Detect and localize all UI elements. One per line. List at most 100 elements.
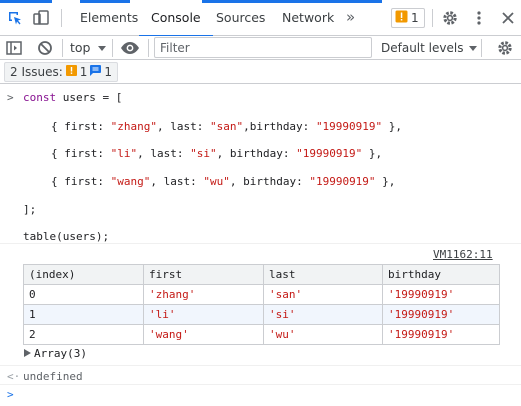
issues-bar: 2 Issues: 1 1 xyxy=(0,60,521,84)
code-text: }, xyxy=(375,175,396,188)
warning-icon xyxy=(395,10,408,26)
table-cell: 'wang' xyxy=(143,324,264,345)
code-string: "wang" xyxy=(110,175,151,188)
code-text: }, xyxy=(362,147,383,160)
array-expand-toggle[interactable]: Array(3) xyxy=(24,347,87,360)
context-label: top xyxy=(70,40,91,55)
table-header[interactable]: last xyxy=(263,264,383,285)
code-line: { first: "li", last: "si", birthday: "19… xyxy=(51,147,382,160)
table-header[interactable]: birthday xyxy=(382,264,500,285)
console-output: > const users = [ { first: "zhang", last… xyxy=(0,84,521,406)
message-divider xyxy=(0,243,521,244)
issues-label: 2 Issues: xyxy=(10,65,63,79)
tab-network[interactable]: Network xyxy=(282,0,334,36)
toolbar-divider xyxy=(62,39,63,57)
settings-gear-icon[interactable] xyxy=(441,9,459,27)
message-divider xyxy=(0,365,521,366)
code-text: , birthday: xyxy=(216,147,297,160)
toolbar-divider xyxy=(148,39,149,57)
code-line: { first: "zhang", last: "san",birthday: … xyxy=(51,120,402,133)
tab-highlight xyxy=(80,0,130,3)
more-options-icon[interactable] xyxy=(470,9,488,27)
code-string: "19990919" xyxy=(309,175,376,188)
result-chevron-icon: <· xyxy=(7,370,21,383)
code-string: "19990919" xyxy=(296,147,363,160)
code-text: ,birthday: xyxy=(243,120,316,133)
result-value: undefined xyxy=(23,370,83,383)
table-cell: 'li' xyxy=(143,304,264,325)
table-row: 0 'zhang' 'san' '19990919' xyxy=(23,284,500,305)
warning-icon xyxy=(65,65,77,79)
code-keyword: const xyxy=(23,91,57,104)
table-header[interactable]: first xyxy=(143,264,264,285)
table-cell: 'si' xyxy=(263,304,383,325)
code-text: , last: xyxy=(150,175,204,188)
table-row: 2 'wang' 'wu' '19990919' xyxy=(23,324,500,345)
code-line: const users = [ xyxy=(23,91,122,104)
filter-input[interactable] xyxy=(154,37,372,58)
tab-elements[interactable]: Elements xyxy=(80,0,138,36)
code-line: ]; xyxy=(23,203,37,216)
tab-console[interactable]: Console xyxy=(139,0,213,37)
toolbar-divider xyxy=(432,9,433,27)
tab-highlight xyxy=(202,0,382,3)
code-text: { first: xyxy=(51,175,111,188)
code-string: "zhang" xyxy=(110,120,157,133)
table-row: 1 'li' 'si' '19990919' xyxy=(23,304,500,325)
devtools-tab-bar: Elements Console Sources Network » 1 xyxy=(0,0,521,37)
toolbar-divider xyxy=(61,9,62,27)
code-text: , last: xyxy=(137,147,191,160)
levels-label: Default levels xyxy=(381,41,464,55)
table-cell: 'san' xyxy=(263,284,383,305)
code-string: "li" xyxy=(110,147,138,160)
console-prompt-chevron-icon[interactable]: > xyxy=(7,388,14,401)
device-toolbar-icon[interactable] xyxy=(32,9,50,27)
message-divider xyxy=(0,384,521,385)
code-text: { first: xyxy=(51,120,111,133)
chevron-down-icon xyxy=(98,36,107,60)
triangle-right-icon xyxy=(24,347,31,360)
warning-count: 1 xyxy=(79,65,88,79)
chevron-down-icon xyxy=(469,36,478,60)
toolbar-divider xyxy=(481,39,482,57)
issues-button[interactable]: 2 Issues: 1 1 xyxy=(4,62,119,82)
execution-context-select[interactable]: top xyxy=(70,36,107,60)
code-string: "san" xyxy=(209,120,244,133)
code-string: "si" xyxy=(190,147,217,160)
table-cell: 'wu' xyxy=(263,324,383,345)
code-text: , last: xyxy=(156,120,210,133)
issues-count: 1 xyxy=(411,11,419,25)
console-settings-gear-icon[interactable] xyxy=(496,39,514,57)
input-prompt-chevron-icon: > xyxy=(7,91,14,104)
table-cell: 2 xyxy=(23,324,144,345)
code-line: { first: "wang", last: "wu", birthday: "… xyxy=(51,175,395,188)
source-location-link[interactable]: VM1162:11 xyxy=(433,248,493,261)
table-cell: 'zhang' xyxy=(143,284,264,305)
table-header[interactable]: (index) xyxy=(23,264,144,285)
code-text: users = [ xyxy=(56,91,123,104)
table-header-row: (index) first last birthday xyxy=(23,264,500,285)
inspect-element-icon[interactable] xyxy=(6,9,24,27)
more-tabs-button[interactable]: » xyxy=(346,8,355,26)
log-levels-select[interactable]: Default levels xyxy=(381,36,478,60)
clear-console-icon[interactable] xyxy=(36,39,54,57)
array-label: Array(3) xyxy=(34,347,87,360)
tab-highlight xyxy=(0,0,52,3)
code-text: }, xyxy=(382,120,403,133)
table-cell: 1 xyxy=(23,304,144,325)
info-count: 1 xyxy=(104,65,113,79)
info-message-icon xyxy=(90,65,102,79)
code-line: table(users); xyxy=(23,230,110,243)
code-text: { first: xyxy=(51,147,111,160)
toolbar-divider xyxy=(112,39,113,57)
code-text: , birthday: xyxy=(229,175,310,188)
table-cell: 0 xyxy=(23,284,144,305)
show-sidebar-icon[interactable] xyxy=(5,39,23,57)
code-string: "wu" xyxy=(203,175,230,188)
tab-sources[interactable]: Sources xyxy=(216,0,265,36)
console-table: (index) first last birthday 0 'zhang' 's… xyxy=(23,264,500,345)
table-cell: '19990919' xyxy=(382,324,500,345)
close-icon[interactable] xyxy=(499,9,517,27)
issues-counter-button[interactable]: 1 xyxy=(391,8,425,28)
live-expression-eye-icon[interactable] xyxy=(120,39,140,57)
